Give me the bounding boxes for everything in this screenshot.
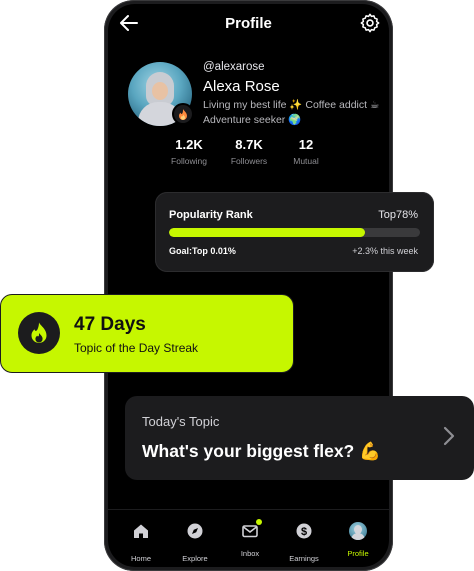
gear-icon[interactable] xyxy=(359,12,381,34)
stat-value: 12 xyxy=(298,137,314,152)
streak-days: 47 Days xyxy=(74,314,146,335)
todays-topic-card[interactable]: Today's Topic What's your biggest flex? … xyxy=(125,396,474,480)
nav-label: Explore xyxy=(182,554,208,563)
nav-item-inbox[interactable]: Inbox xyxy=(223,519,277,558)
compass-icon xyxy=(187,523,203,539)
nav-item-explore[interactable]: Explore xyxy=(168,522,222,563)
flame-badge-icon xyxy=(172,103,194,125)
popularity-title: Popularity Rank xyxy=(169,209,253,221)
streak-label: Topic of the Day Streak xyxy=(74,341,199,355)
nav-label: Earnings xyxy=(289,554,319,563)
popularity-progress-bar xyxy=(169,228,420,237)
popularity-rank-card[interactable]: Popularity Rank Top78% Goal:Top 0.01% +2… xyxy=(155,192,434,272)
popularity-rank-value: Top78% xyxy=(378,209,418,221)
streak-card[interactable]: 47 Days Topic of the Day Streak xyxy=(0,294,294,373)
page-title: Profile xyxy=(225,15,272,32)
stat-following[interactable]: 1.2K Following xyxy=(159,137,219,166)
nav-label: Profile xyxy=(347,549,369,558)
stat-value: 1.2K xyxy=(175,137,203,152)
unread-dot xyxy=(256,519,262,525)
username: @alexarose xyxy=(203,61,265,73)
dollar-icon: $ xyxy=(296,523,312,539)
stat-label: Mutual xyxy=(293,156,319,166)
stat-label: Followers xyxy=(230,156,268,166)
chevron-right-icon[interactable] xyxy=(442,426,456,446)
avatar-icon xyxy=(349,522,367,540)
nav-label: Home xyxy=(130,554,151,563)
nav-item-profile[interactable]: Profile xyxy=(331,522,385,558)
nav-label: Inbox xyxy=(240,549,260,558)
popularity-progress-fill xyxy=(169,228,365,237)
nav-item-earnings[interactable]: $ Earnings xyxy=(277,522,331,563)
display-name: Alexa Rose xyxy=(203,78,280,95)
inbox-icon xyxy=(241,519,262,540)
stat-followers[interactable]: 8.7K Followers xyxy=(219,137,279,166)
topic-question: What's your biggest flex? 💪 xyxy=(142,441,381,461)
popularity-goal: Goal:Top 0.01% xyxy=(169,246,236,256)
header: Profile xyxy=(108,4,389,42)
flame-icon xyxy=(18,312,60,354)
bottom-nav: Home Explore Inbox $ Earnings Profile xyxy=(108,509,389,567)
stat-value: 8.7K xyxy=(235,137,263,152)
app-screen: Profile @alexarose Alexa Rose Living my … xyxy=(108,4,389,567)
svg-text:$: $ xyxy=(301,526,307,538)
profile-bio: Living my best life ✨ Coffee addict ☕ Ad… xyxy=(203,99,380,126)
stat-mutual[interactable]: 12 Mutual xyxy=(276,137,336,166)
popularity-weekly-change: +2.3% this week xyxy=(352,246,418,256)
stat-label: Following xyxy=(171,156,207,166)
nav-item-home[interactable]: Home xyxy=(114,522,168,563)
home-icon xyxy=(134,524,148,538)
topic-kicker: Today's Topic xyxy=(142,414,220,429)
